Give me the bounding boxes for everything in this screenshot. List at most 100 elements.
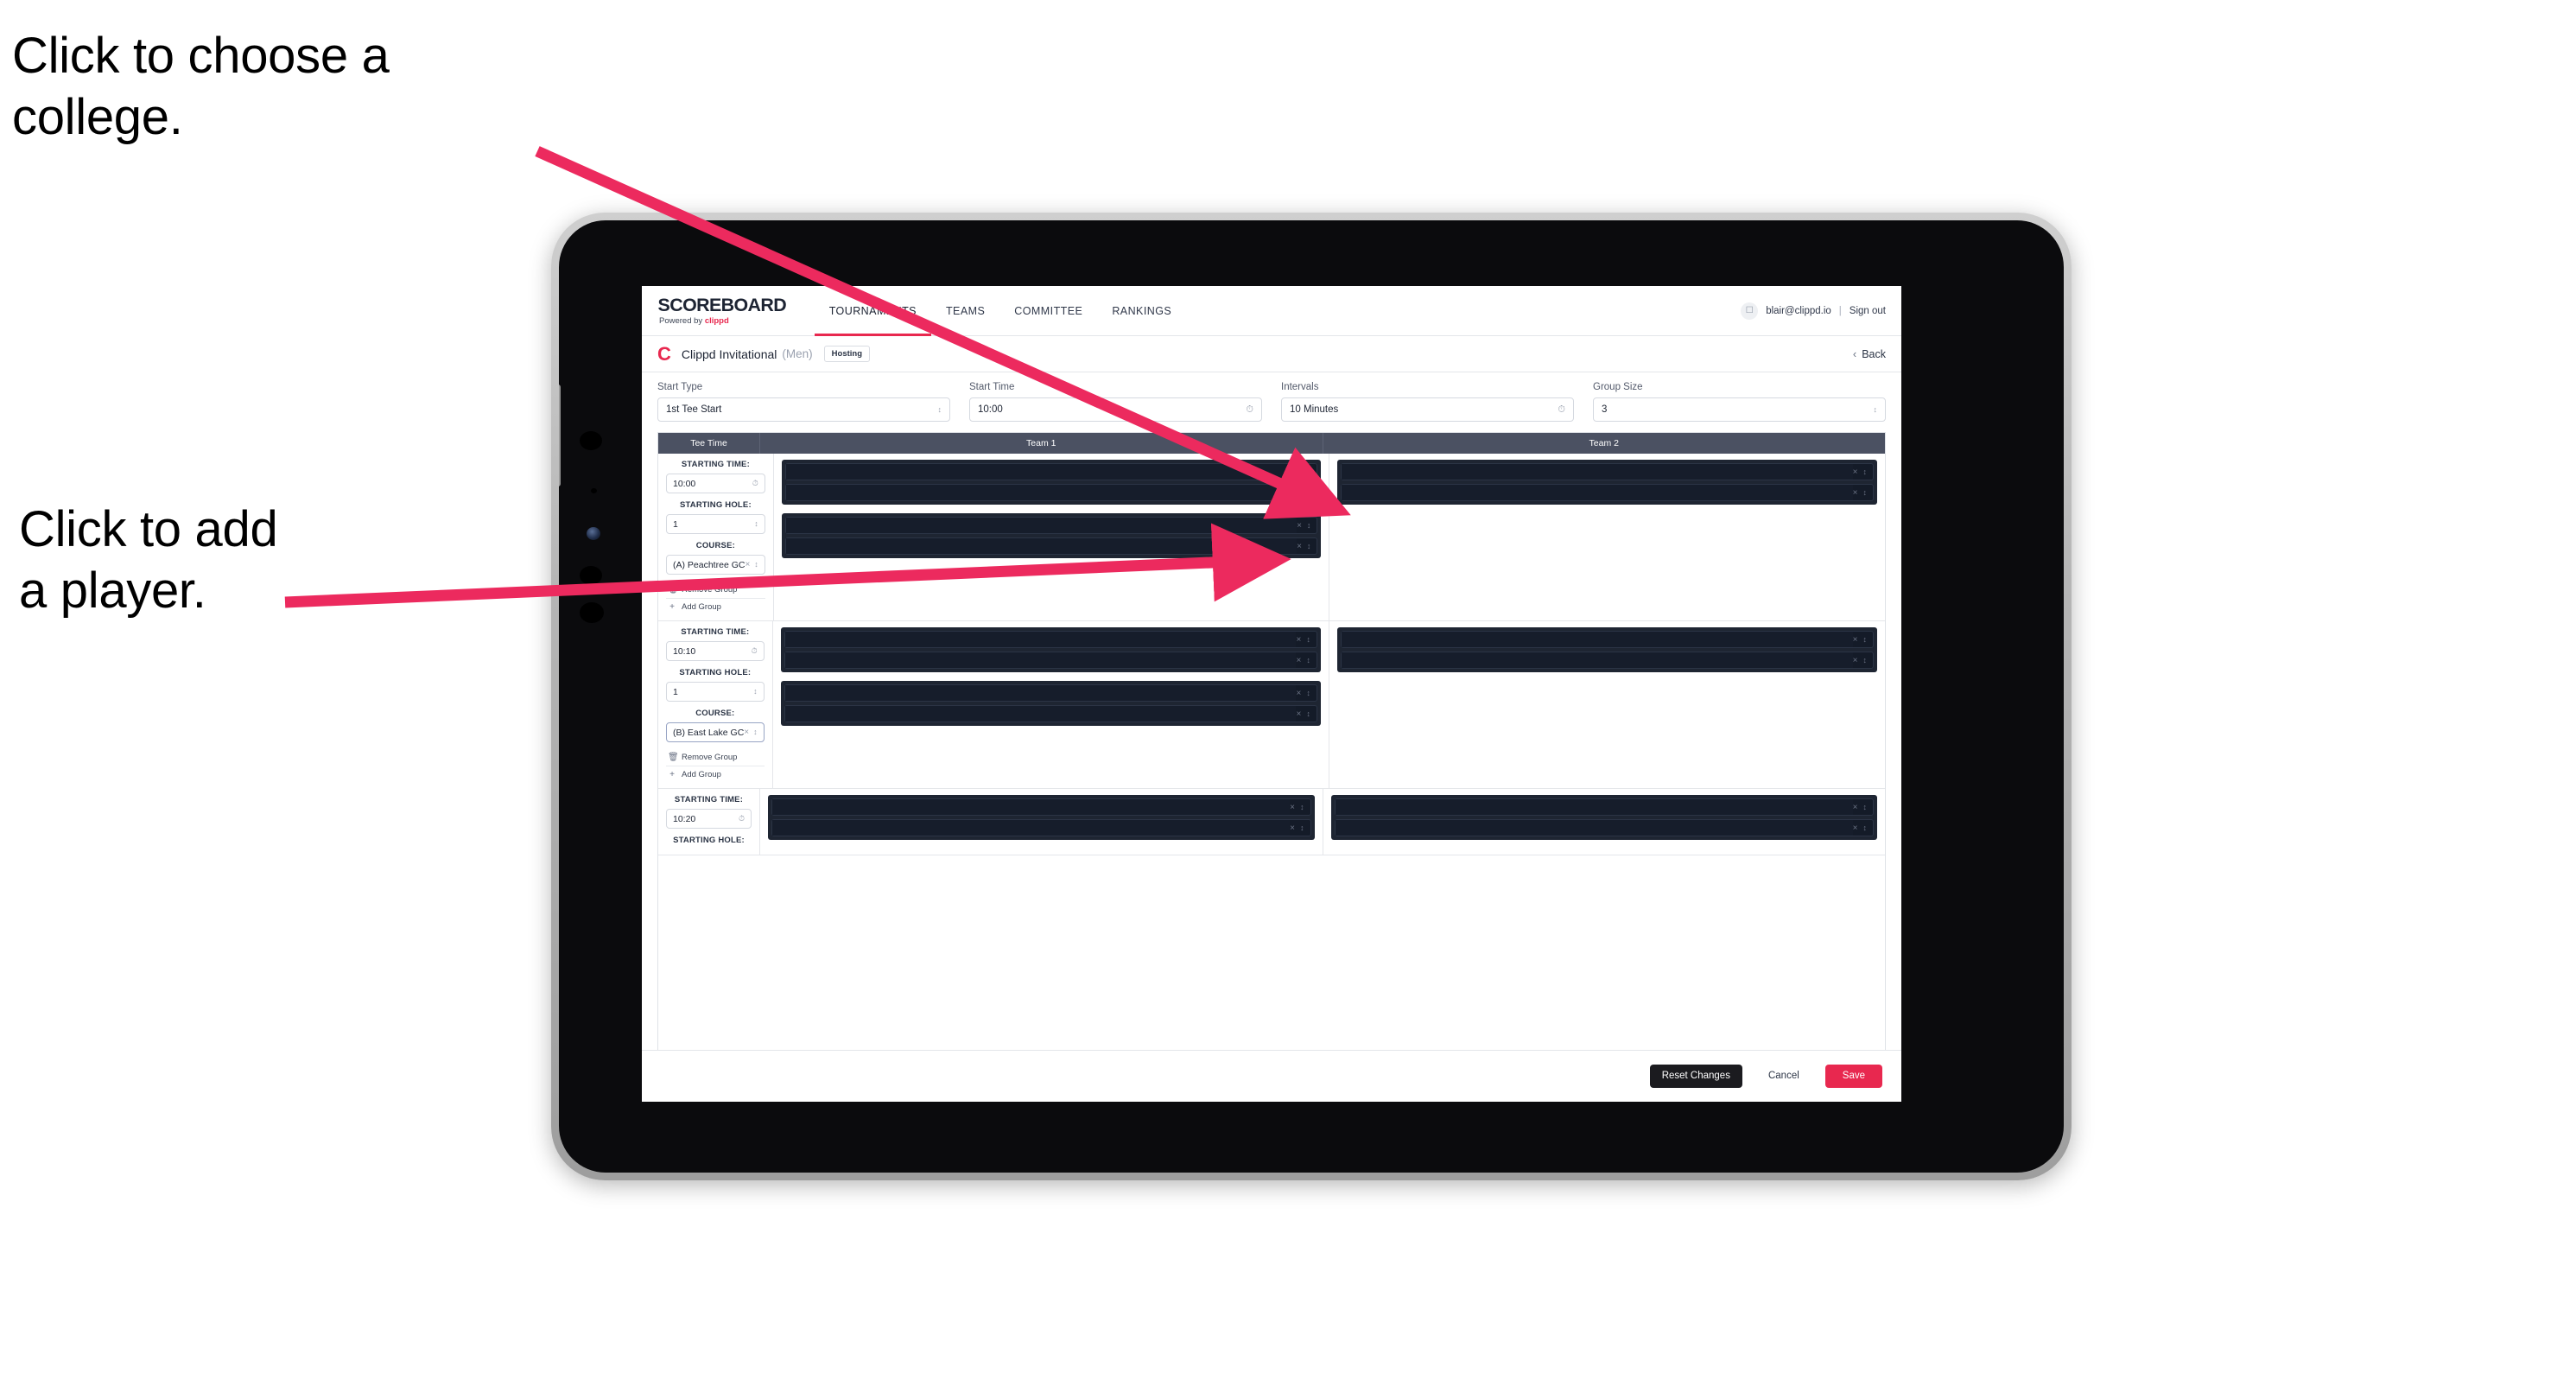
clear-icon[interactable]: × [1297,521,1302,531]
stepper-icon: ↕ [1300,803,1304,811]
tee-time-cell: STARTING TIME: 10:20 ⏱ STARTING HOLE: [658,789,760,855]
brand-subtitle-accent: clippd [704,315,729,326]
remove-group-button[interactable]: 🗑 Remove Group [666,582,765,599]
add-group-button[interactable]: + Add Group [666,599,765,615]
intervals-input[interactable]: 10 Minutes ⏱ [1281,397,1574,422]
player-name-redacted [785,464,1298,480]
player-row[interactable]: × ↕ [784,537,1318,555]
sensor-dot-icon [580,566,602,585]
player-name-redacted [1335,820,1853,836]
player-row[interactable]: × ↕ [1341,463,1875,480]
starting-hole-input[interactable]: 1 ↕ [666,682,765,702]
nav-item-tournaments[interactable]: TOURNAMENTS [814,286,932,336]
clear-icon[interactable]: × [1853,656,1858,665]
player-row[interactable]: × ↕ [784,517,1318,534]
start-time-input[interactable]: 10:00 ⏱ [969,397,1262,422]
nav-item-label: RANKINGS [1112,304,1172,317]
player-row[interactable]: × ↕ [771,819,1311,836]
hosting-status-badge: Hosting [823,345,871,363]
tablet-screen: SCOREBOARD Powered by clippd TOURNAMENTS… [559,220,2064,1173]
player-row[interactable]: × ↕ [784,463,1318,480]
clear-icon[interactable]: × [1290,803,1295,812]
player-row[interactable]: × ↕ [784,684,1317,702]
starting-time-input[interactable]: 10:00 ⏱ [666,474,765,493]
player-row[interactable]: × ↕ [1340,631,1874,648]
control-value: 10 Minutes [1290,404,1339,415]
clear-icon[interactable]: × [1296,689,1301,698]
user-email-label: blair@clippd.io [1766,305,1831,316]
table-header-row: Tee Time Team 1 Team 2 [658,433,1885,454]
player-name-redacted [785,538,1298,554]
player-row[interactable]: × ↕ [784,484,1318,501]
clear-icon[interactable]: × [1853,803,1858,812]
back-button[interactable]: ‹ Back [1853,347,1886,360]
player-row[interactable]: × ↕ [1334,819,1874,836]
player-row[interactable]: × ↕ [784,652,1317,669]
player-row[interactable]: × ↕ [784,631,1317,648]
stepper-icon: ↕ [1300,823,1304,832]
starting-time-input[interactable]: 10:20 ⏱ [666,809,752,829]
nav-item-rankings[interactable]: RANKINGS [1097,286,1186,335]
player-group-block: × ↕ × ↕ [1336,627,1877,672]
player-group-block: × ↕ × ↕ [781,513,1322,558]
user-avatar-icon[interactable]: ☐ [1741,302,1759,320]
player-name-redacted [772,799,1291,815]
clear-icon[interactable]: × [1296,709,1301,719]
nav-item-teams[interactable]: TEAMS [931,286,999,335]
team-2-cell: × ↕ × ↕ [1329,454,1885,620]
volume-button[interactable] [559,385,561,486]
clear-icon[interactable]: × [745,560,750,569]
starting-hole-input[interactable]: 1 ↕ [666,514,765,534]
starting-time-label: STARTING TIME: [674,795,744,804]
start-type-select[interactable]: 1st Tee Start ↕ [657,397,950,422]
player-row[interactable]: × ↕ [1341,484,1875,501]
stepper-icon: ↕ [1306,467,1311,476]
clear-icon[interactable]: × [1296,656,1301,665]
plus-icon: + [669,602,675,612]
nav-item-committee[interactable]: COMMITTEE [999,286,1097,335]
stepper-icon: ↕ [1862,803,1868,811]
cancel-button[interactable]: Cancel [1756,1065,1811,1089]
player-name-redacted [784,652,1297,668]
trash-icon: 🗑 [668,585,679,594]
stepper-icon: ↕ [1862,656,1868,664]
player-name-redacted [785,485,1298,500]
clear-icon[interactable]: × [1290,823,1295,833]
clear-icon[interactable]: × [1297,488,1302,498]
clear-icon[interactable]: × [1853,635,1858,645]
player-row[interactable]: × ↕ [771,798,1311,816]
clear-icon[interactable]: × [1853,467,1858,477]
reset-changes-button[interactable]: Reset Changes [1649,1064,1742,1089]
course-select[interactable]: (B) East Lake GC × ↕ [666,722,765,742]
clear-icon[interactable]: × [1297,467,1302,477]
tee-sheet-table: Tee Time Team 1 Team 2 STARTING TIME: 10:… [657,432,1886,1050]
save-button[interactable]: Save [1824,1064,1882,1089]
tournament-gender: (Men) [782,347,813,360]
group-size-select[interactable]: 3 ↕ [1593,397,1886,422]
starting-hole-label: STARTING HOLE: [679,668,752,677]
clear-icon[interactable]: × [1853,488,1858,498]
field-value: (A) Peachtree GC [673,559,746,570]
column-header-team-1: Team 1 [760,433,1323,454]
player-row[interactable]: × ↕ [1334,798,1874,816]
course-select[interactable]: (A) Peachtree GC × ↕ [666,555,765,575]
stepper-icon: ↕ [1862,823,1868,832]
remove-group-button[interactable]: 🗑 Remove Group [666,749,765,766]
clear-icon[interactable]: × [1297,542,1302,551]
clear-icon[interactable]: × [1296,635,1301,645]
app-viewport: SCOREBOARD Powered by clippd TOURNAMENTS… [642,286,1901,1102]
tee-time-cell: STARTING TIME: 10:00 ⏱ STARTING HOLE: 1 ↕ COUR… [658,454,774,620]
player-row[interactable]: × ↕ [1340,652,1874,669]
stepper-icon: ↕ [754,560,758,569]
clippd-logo-icon: C [657,342,671,365]
control-label: Intervals [1281,382,1319,392]
field-value: 1 [673,686,678,697]
add-group-button[interactable]: + Add Group [666,766,765,783]
clock-icon: ⏱ [1558,404,1565,415]
clear-icon[interactable]: × [744,728,749,737]
brand-logo[interactable]: SCOREBOARD Powered by clippd [658,286,787,335]
starting-time-input[interactable]: 10:10 ⏱ [666,641,765,661]
player-row[interactable]: × ↕ [784,705,1317,722]
clear-icon[interactable]: × [1853,823,1858,833]
sign-out-link[interactable]: Sign out [1850,306,1886,316]
